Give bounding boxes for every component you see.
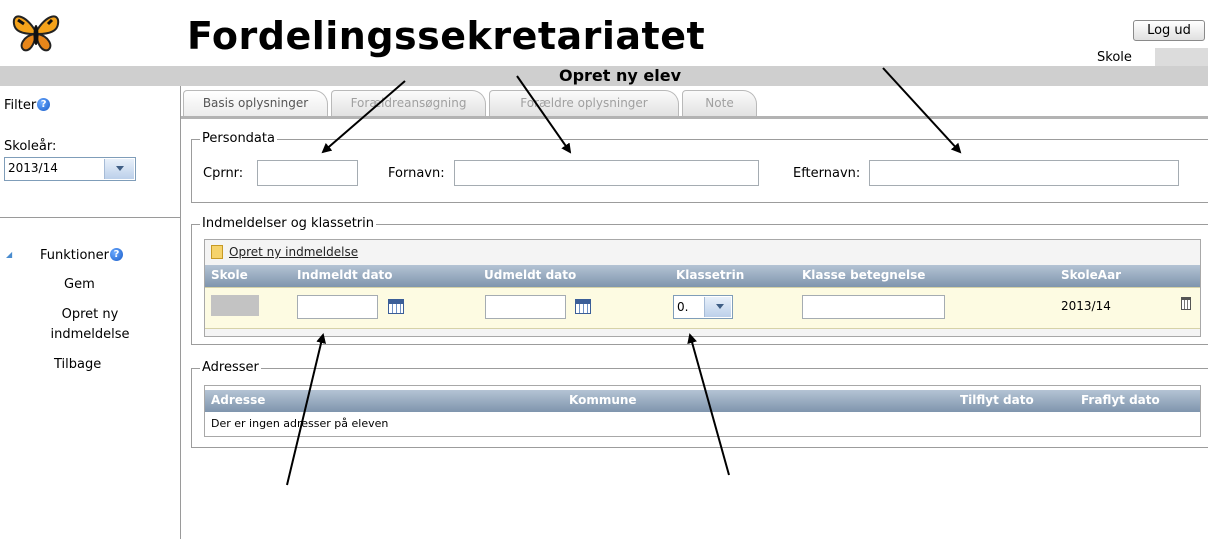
fornavn-label: Fornavn:	[388, 166, 445, 181]
column-header[interactable]: Adresse	[211, 393, 265, 407]
chevron-down-icon[interactable]	[704, 297, 731, 317]
efternavn-label: Efternavn:	[793, 166, 861, 181]
klassetrin-value: 0.	[677, 300, 689, 314]
udmeldt-dato-input[interactable]	[485, 295, 566, 319]
help-icon[interactable]: ?	[37, 98, 51, 111]
addresses-legend: Adresser	[200, 360, 261, 375]
column-header[interactable]: Kommune	[569, 393, 637, 407]
functions-label: Funktioner	[40, 248, 110, 263]
enrollment-fieldset: Indmeldelser og klassetrin Opret ny indm…	[191, 216, 1208, 345]
column-header[interactable]: Udmeldt dato	[484, 268, 576, 282]
addresses-grid: Adresse Kommune Tilflyt dato Fraflyt dat…	[204, 385, 1201, 437]
logout-button[interactable]: Log ud	[1133, 20, 1205, 41]
column-header[interactable]: SkoleAar	[1061, 268, 1121, 282]
app-title: Fordelingssekretariatet	[187, 14, 706, 58]
trash-icon[interactable]	[1181, 297, 1191, 310]
school-value-box	[1155, 48, 1208, 66]
tab-foraeldre-oplysninger[interactable]: Forældre oplysninger	[489, 90, 679, 116]
sidebar-item-tilbage[interactable]: Tilbage	[54, 357, 101, 372]
addresses-fieldset: Adresser Adresse Kommune Tilflyt dato Fr…	[191, 360, 1208, 448]
school-label: Skole	[1097, 50, 1132, 65]
school-year-cell: 2013/14	[1061, 299, 1111, 313]
school-year-value: 2013/14	[8, 161, 58, 175]
sidebar: Filter? Skoleår: 2013/14 ◢ Funktioner? G…	[0, 86, 181, 539]
school-year-select[interactable]: 2013/14	[4, 157, 136, 181]
indmeldt-dato-input[interactable]	[297, 295, 378, 319]
expand-triangle-icon[interactable]: ◢	[6, 250, 12, 259]
persondata-legend: Persondata	[200, 131, 277, 146]
column-header[interactable]: Skole	[211, 268, 248, 282]
school-cell	[211, 295, 259, 316]
efternavn-input[interactable]	[869, 160, 1179, 186]
column-header[interactable]: Tilflyt dato	[960, 393, 1034, 407]
school-year-label: Skoleår:	[4, 139, 57, 154]
new-document-icon	[211, 245, 223, 259]
tab-basis-oplysninger[interactable]: Basis oplysninger	[183, 90, 328, 116]
cprnr-label: Cprnr:	[203, 166, 244, 181]
filter-label: Filter	[4, 98, 37, 113]
sidebar-item-opret-ny-indmeldelse[interactable]: Opret ny indmeldelse	[44, 305, 136, 345]
persondata-fieldset: Persondata Cprnr: Fornavn: Efternavn:	[191, 131, 1208, 203]
chevron-down-icon[interactable]	[104, 159, 134, 179]
cprnr-input[interactable]	[257, 160, 358, 186]
calendar-icon[interactable]	[575, 299, 591, 314]
enrollment-grid: Opret ny indmeldelse Skole Indmeldt dato…	[204, 239, 1201, 337]
filter-heading: Filter?	[4, 98, 51, 113]
table-row: 0. 2013/14	[205, 287, 1200, 329]
tab-note[interactable]: Note	[682, 90, 757, 116]
empty-addresses-text: Der er ingen adresser på eleven	[211, 417, 389, 430]
column-header[interactable]: Klassetrin	[676, 268, 744, 282]
sidebar-divider	[0, 217, 180, 218]
column-header[interactable]: Indmeldt dato	[297, 268, 393, 282]
column-header[interactable]: Fraflyt dato	[1081, 393, 1160, 407]
create-enrollment-link[interactable]: Opret ny indmeldelse	[229, 245, 358, 259]
klassetrin-select[interactable]: 0.	[673, 295, 733, 319]
tab-content-border	[181, 116, 1208, 119]
functions-heading: Funktioner?	[40, 248, 124, 263]
tab-foraeldreansoegning[interactable]: Forældreansøgning	[331, 90, 486, 116]
enrollment-grid-header: Skole Indmeldt dato Udmeldt dato Klasset…	[205, 265, 1200, 287]
fornavn-input[interactable]	[454, 160, 759, 186]
calendar-icon[interactable]	[388, 299, 404, 314]
klasse-betegnelse-input[interactable]	[802, 295, 945, 319]
butterfly-logo-icon	[8, 10, 64, 56]
help-icon[interactable]: ?	[110, 248, 124, 261]
page-title: Opret ny elev	[558, 66, 682, 85]
addresses-grid-header: Adresse Kommune Tilflyt dato Fraflyt dat…	[205, 390, 1200, 412]
column-header[interactable]: Klasse betegnelse	[802, 268, 925, 282]
sidebar-item-gem[interactable]: Gem	[64, 277, 95, 292]
enrollment-legend: Indmeldelser og klassetrin	[200, 216, 376, 231]
